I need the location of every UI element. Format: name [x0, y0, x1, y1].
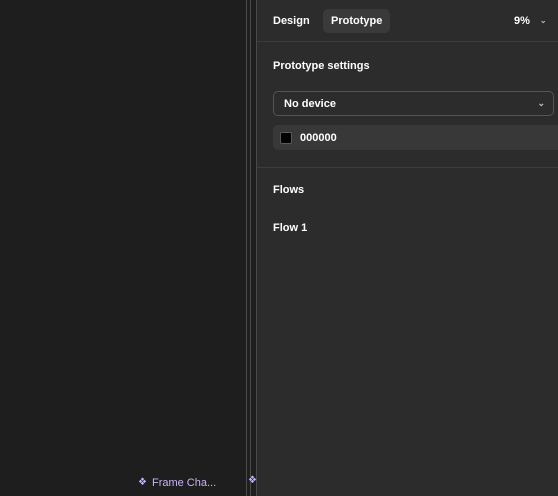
properties-panel: Design Prototype 9% ⌄ Prototype settings…: [257, 0, 558, 496]
section-divider: [257, 167, 558, 168]
zoom-value: 9%: [514, 15, 530, 27]
canvas-edge-line: [246, 0, 247, 496]
tab-prototype[interactable]: Prototype: [323, 9, 391, 33]
panel-resize-handle[interactable]: [250, 0, 251, 496]
component-icon: ❖: [138, 477, 147, 488]
canvas[interactable]: ❖ Frame Cha...: [0, 0, 246, 496]
panel-header: Design Prototype 9% ⌄: [257, 0, 558, 42]
zoom-dropdown[interactable]: 9% ⌄: [514, 9, 547, 33]
frame-label-text: Frame Cha...: [151, 477, 217, 489]
component-icon: ❖: [248, 475, 257, 486]
chevron-down-icon: ⌄: [539, 16, 547, 25]
flows-title: Flows: [273, 184, 305, 196]
frame-label[interactable]: ❖ Frame Cha...: [134, 473, 221, 493]
flow-item[interactable]: Flow 1: [273, 222, 307, 234]
background-color-field[interactable]: 000000: [273, 125, 558, 150]
tab-design[interactable]: Design: [273, 9, 310, 33]
device-select-value: No device: [284, 97, 336, 110]
chevron-down-icon: ⌄: [537, 98, 545, 108]
prototype-settings-title: Prototype settings: [273, 60, 370, 72]
device-select[interactable]: No device ⌄: [273, 91, 554, 116]
background-color-value: 000000: [300, 131, 337, 144]
color-swatch[interactable]: [280, 131, 292, 144]
